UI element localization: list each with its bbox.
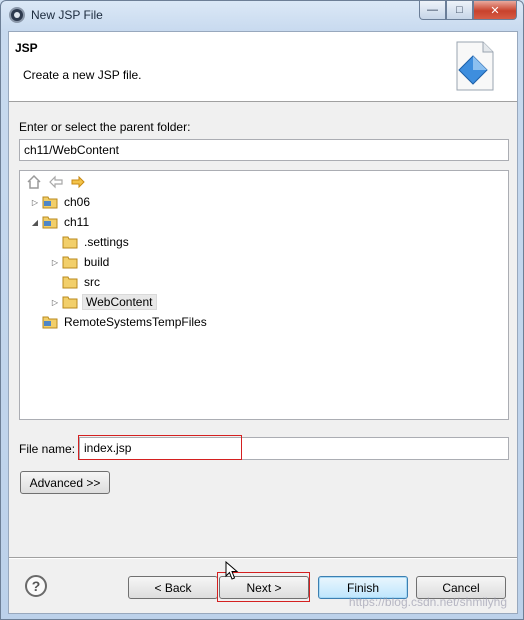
file-name-input[interactable]: index.jsp <box>79 437 509 460</box>
footer-separator <box>9 557 517 559</box>
watermark: https://blog.csdn.net/shmilyhg <box>348 595 507 609</box>
mouse-cursor-icon <box>225 561 239 580</box>
tree-item-ch06[interactable]: ▷ ch06 <box>28 192 92 212</box>
advanced-button[interactable]: Advanced >> <box>20 471 110 494</box>
maximize-button[interactable]: □ <box>446 1 473 20</box>
tree-item-settings[interactable]: .settings <box>48 232 131 252</box>
folder-icon <box>62 296 78 309</box>
forward-arrow-icon[interactable] <box>70 174 86 190</box>
parent-folder-input[interactable]: ch11/WebContent <box>19 139 509 161</box>
file-name-label: File name: <box>19 442 76 456</box>
close-button[interactable]: ✕ <box>473 1 517 20</box>
home-icon[interactable] <box>26 174 42 190</box>
tree-item-src[interactable]: src <box>48 272 102 292</box>
tree-item-ch11[interactable]: ◢ ch11 <box>28 212 91 232</box>
tree-toolbar <box>26 174 86 190</box>
wizard-header: JSP Create a new JSP file. <box>9 32 517 102</box>
parent-folder-label: Enter or select the parent folder: <box>19 120 191 134</box>
jsp-file-icon <box>456 41 494 91</box>
minimize-button[interactable]: — <box>419 1 446 20</box>
tree-item-webcontent[interactable]: ▷ WebContent <box>48 292 157 312</box>
help-icon[interactable]: ? <box>25 575 47 597</box>
tree-item-label: RemoteSystemsTempFiles <box>64 315 207 329</box>
wizard-description: Create a new JSP file. <box>23 68 142 82</box>
project-folder-icon <box>42 316 58 329</box>
collapse-icon[interactable]: ◢ <box>28 218 42 227</box>
expand-icon[interactable]: ▷ <box>48 258 62 267</box>
project-folder-icon <box>42 196 58 209</box>
folder-icon <box>62 256 78 269</box>
tree-item-build[interactable]: ▷ build <box>48 252 111 272</box>
tree-item-label: ch11 <box>64 215 90 229</box>
back-button[interactable]: < Back <box>128 576 218 599</box>
expand-icon[interactable]: ▷ <box>28 198 42 207</box>
title-bar[interactable]: New JSP File — □ ✕ <box>1 1 523 29</box>
back-arrow-icon[interactable] <box>48 174 64 190</box>
tree-item-label: src <box>84 275 100 289</box>
tree-item-label: build <box>84 255 110 269</box>
expand-icon[interactable]: ▷ <box>48 298 62 307</box>
window-title: New JSP File <box>31 8 103 22</box>
tree-item-label: .settings <box>84 235 129 249</box>
folder-tree[interactable]: ▷ ch06 ◢ ch11 .settings ▷ build src ▷ We… <box>19 170 509 420</box>
project-folder-icon <box>42 216 58 229</box>
folder-icon <box>62 276 78 289</box>
tree-item-label: ch06 <box>64 195 91 209</box>
folder-icon <box>62 236 78 249</box>
dialog-client: JSP Create a new JSP file. Enter or sele… <box>8 31 518 614</box>
window-controls: — □ ✕ <box>419 1 517 21</box>
tree-item-label: WebContent <box>82 294 157 310</box>
eclipse-icon <box>9 7 25 23</box>
tree-item-remotesystems[interactable]: RemoteSystemsTempFiles <box>28 312 209 332</box>
wizard-title: JSP <box>15 41 38 55</box>
dialog-window: New JSP File — □ ✕ JSP Create a new JSP … <box>0 0 524 620</box>
